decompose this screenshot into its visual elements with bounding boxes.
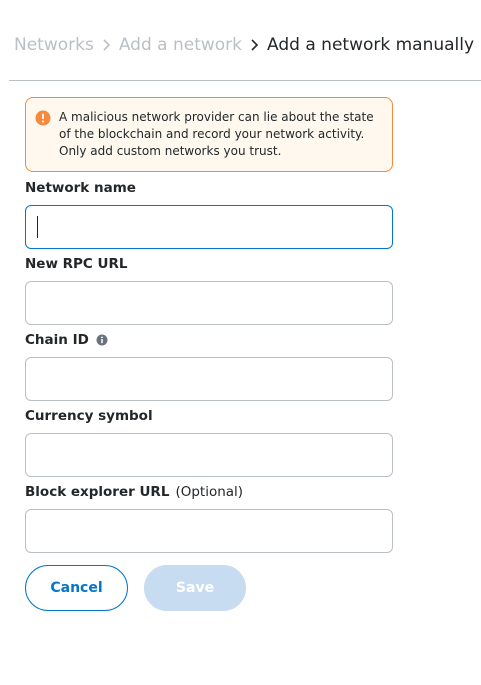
warning-icon bbox=[35, 110, 51, 126]
chain-id-input[interactable] bbox=[25, 357, 393, 401]
rpc-url-input[interactable] bbox=[25, 281, 393, 325]
header-divider bbox=[9, 80, 481, 81]
add-network-page: Networks Add a network Add a network man… bbox=[0, 0, 481, 685]
cancel-button[interactable]: Cancel bbox=[25, 565, 128, 611]
block-explorer-label: Block explorer URL bbox=[25, 484, 170, 500]
rpc-url-label: New RPC URL bbox=[25, 256, 128, 272]
network-name-input[interactable] bbox=[25, 205, 393, 249]
chain-id-label: Chain ID bbox=[25, 332, 89, 348]
network-name-label: Network name bbox=[25, 180, 136, 196]
block-explorer-input[interactable] bbox=[25, 509, 393, 553]
warning-text: A malicious network provider can lie abo… bbox=[59, 110, 374, 158]
breadcrumb-current: Add a network manually bbox=[267, 35, 475, 55]
breadcrumb-add-network[interactable]: Add a network bbox=[119, 33, 242, 57]
breadcrumb-networks[interactable]: Networks bbox=[14, 33, 94, 57]
chain-id-label-row: Chain ID bbox=[25, 331, 108, 349]
save-button[interactable]: Save bbox=[144, 565, 246, 611]
info-icon[interactable] bbox=[96, 334, 108, 346]
warning-banner: A malicious network provider can lie abo… bbox=[25, 97, 393, 172]
breadcrumb: Networks Add a network Add a network man… bbox=[14, 33, 474, 57]
currency-symbol-label: Currency symbol bbox=[25, 408, 153, 424]
text-caret bbox=[37, 216, 38, 238]
block-explorer-label-row: Block explorer URL (Optional) bbox=[25, 483, 243, 501]
chevron-right-icon bbox=[251, 39, 259, 51]
optional-tag: (Optional) bbox=[175, 484, 244, 500]
currency-symbol-input[interactable] bbox=[25, 433, 393, 477]
chevron-right-icon bbox=[103, 39, 110, 51]
